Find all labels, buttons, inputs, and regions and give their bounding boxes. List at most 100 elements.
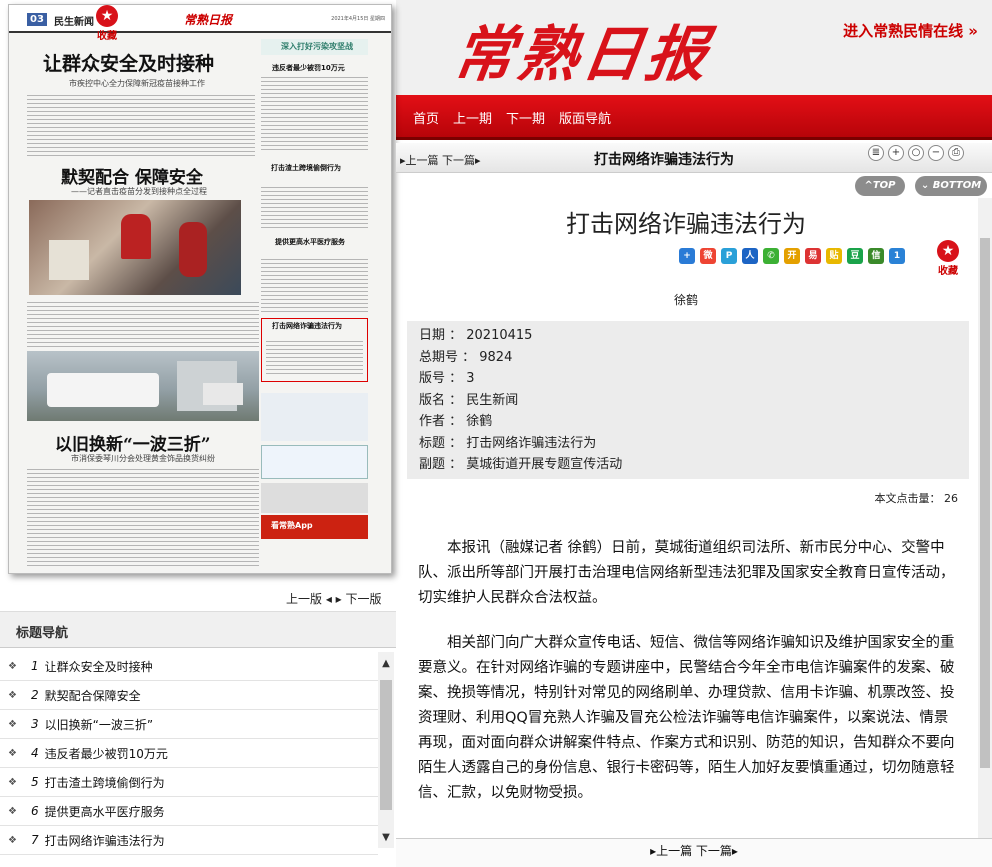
article-favorite-button[interactable]: ★ 收藏 <box>935 240 961 277</box>
tieba-icon[interactable]: 贴 <box>826 248 842 264</box>
list-item[interactable]: ❖ 6 提供更高水平医疗服务 <box>0 797 378 826</box>
paper-sub-2: ——记者直击疫苗分发到接种点全过程 <box>71 187 207 196</box>
zoom-reset-icon[interactable]: ○ <box>908 145 924 161</box>
diamond-icon: ❖ <box>8 805 17 817</box>
newspaper-page-thumbnail[interactable]: 03 民生新闻 常熟日报 2021年4月15日 星期四 ★ 收藏 让群众安全及时… <box>8 4 392 574</box>
share-plus-icon[interactable]: + <box>679 248 695 264</box>
star-icon: ★ <box>937 240 959 262</box>
print-icon[interactable]: ⎙ <box>948 145 964 161</box>
renren-icon[interactable]: 人 <box>742 248 758 264</box>
meta-section: 版名 ： 民生新闻 <box>419 392 519 408</box>
paper-r-title-1[interactable]: 违反者最少被罚10万元 <box>272 63 345 73</box>
meta-subtitle: 副题 ： 莫城街道开展专题宣传活动 <box>419 457 623 472</box>
feixin-icon[interactable]: 信 <box>868 248 884 264</box>
document-icon[interactable]: ≣ <box>868 145 884 161</box>
paper-headline-3[interactable]: 以旧换新“一波三折” <box>55 430 211 455</box>
paper-banner: 深入打好污染攻坚战 <box>261 39 368 55</box>
title-nav-header: 标题导航 <box>0 611 396 648</box>
hit-count: 本文点击量： 26 <box>874 492 959 505</box>
wechat-icon[interactable]: ✆ <box>763 248 779 264</box>
paper-r-body-3 <box>261 257 368 313</box>
article-prev-next[interactable]: ▸上一篇 下一篇▸ <box>400 152 481 168</box>
article-tools: ≣ + ○ − ⎙ <box>868 145 964 161</box>
list-item[interactable]: ❖ 7 打击网络诈骗违法行为 <box>0 826 378 855</box>
meta-title: 标题 ： 打击网络诈骗违法行为 <box>419 435 597 451</box>
zoom-in-icon[interactable]: + <box>888 145 904 161</box>
qzone-icon[interactable]: P <box>721 248 737 264</box>
paper-headline-1[interactable]: 让群众安全及时接种 <box>43 49 214 76</box>
left-panel: 03 民生新闻 常熟日报 2021年4月15日 星期四 ★ 收藏 让群众安全及时… <box>0 0 396 867</box>
diamond-icon: ❖ <box>8 689 17 701</box>
paper-r-body-2 <box>261 185 368 231</box>
paper-r-title-3[interactable]: 提供更高水平医疗服务 <box>275 237 345 247</box>
list-item[interactable]: ❖ 1 让群众安全及时接种 <box>0 652 378 681</box>
article-scrollbar[interactable] <box>978 198 992 838</box>
title-nav-list: ❖ 1 让群众安全及时接种 ❖ 2 默契配合保障安全 ❖ 3 以旧换新“一波三折” ❖ 4 违反… <box>0 652 378 855</box>
nav-prev-issue[interactable]: 上一期 <box>453 108 492 127</box>
paper-small-logo: 常熟日报 <box>184 13 233 27</box>
article-author: 徐鹤 <box>673 293 698 307</box>
douban-icon[interactable]: 豆 <box>847 248 863 264</box>
favorite-button[interactable]: ★ 收藏 <box>94 5 120 42</box>
scrollbar-thumb[interactable] <box>980 238 990 768</box>
van-photo <box>27 351 259 421</box>
paper-r-title-2[interactable]: 打击渣土跨境偷倒行为 <box>271 163 341 173</box>
nav-page-guide[interactable]: 版面导航 <box>559 108 611 127</box>
app-ad-text: 看常熟App <box>271 521 313 530</box>
share-bar: + 微 P 人 ✆ 开 易 贴 豆 信 1 <box>679 248 905 264</box>
count-icon[interactable]: 1 <box>889 248 905 264</box>
favorite-label: 收藏 <box>938 266 958 277</box>
page-pager[interactable]: 上一版 ◂ ▸ 下一版 <box>286 590 382 607</box>
paper-r-body-1 <box>261 75 368 153</box>
diamond-icon: ❖ <box>8 834 17 846</box>
top-nav: 首页 上一期 下一期 版面导航 <box>413 108 611 127</box>
nav-next-issue[interactable]: 下一期 <box>506 108 545 127</box>
zoom-out-icon[interactable]: − <box>928 145 944 161</box>
diamond-icon: ❖ <box>8 776 17 788</box>
banner-text: 深入打好污染攻坚战 <box>281 42 353 51</box>
scroll-bottom-button[interactable]: ⌄ BOTTOM <box>915 176 987 196</box>
paper-body-2 <box>27 300 259 348</box>
meta-issue: 总期号 ： 9824 <box>419 349 513 365</box>
paper-body-1 <box>27 93 255 157</box>
scrollbar-thumb[interactable] <box>380 680 392 810</box>
article-bottom-pager[interactable]: ▸上一篇 下一篇▸ <box>396 838 992 867</box>
list-item[interactable]: ❖ 2 默契配合保障安全 <box>0 681 378 710</box>
article-paragraph-2: 相关部门向广大群众宣传电话、短信、微信等网络诈骗知识及维护国家安全的重要意义。在… <box>418 635 955 801</box>
paper-app-ad: 看常熟App <box>261 515 368 539</box>
favorite-label: 收藏 <box>97 31 117 42</box>
paper-qr-codes <box>261 483 368 513</box>
article-title: 打击网络诈骗违法行为 <box>566 210 806 238</box>
article-paragraph-1: 本报讯（融媒记者 徐鹤）日前，莫城街道组织司法所、新市民分中心、交警中队、派出所… <box>418 540 955 606</box>
paper-r-title-4: 打击网络诈骗违法行为 <box>272 322 342 330</box>
paper-header: 03 民生新闻 常熟日报 2021年4月15日 星期四 <box>9 5 391 33</box>
page-section-name: 民生新闻 <box>54 17 94 28</box>
paper-ad-2 <box>261 445 368 479</box>
meta-date: 日期 ： 20210415 <box>419 328 533 343</box>
list-item[interactable]: ❖ 5 打击渣土跨境偷倒行为 <box>0 768 378 797</box>
article-bar-title: 打击网络诈骗违法行为 <box>594 152 734 168</box>
scroll-up-icon[interactable]: ▲ <box>378 658 394 669</box>
paper-sub-1: 市疾控中心全力保障新冠疫苗接种工作 <box>69 79 205 88</box>
weibo-icon[interactable]: 微 <box>700 248 716 264</box>
selected-article-highlight[interactable]: 打击网络诈骗违法行为 <box>261 318 368 382</box>
title-nav-label: 标题导航 <box>16 626 69 641</box>
netease-icon[interactable]: 易 <box>805 248 821 264</box>
nav-home[interactable]: 首页 <box>413 108 439 127</box>
scroll-down-icon[interactable]: ▼ <box>378 832 394 843</box>
article-meta: 日期 ： 20210415 总期号 ： 9824 版号 ： 3 版名 ： 民生新… <box>407 321 969 479</box>
minqing-link[interactable]: 进入常熟民情在线 » <box>843 20 978 41</box>
paper-headline-2[interactable]: 默契配合 保障安全 <box>61 163 203 188</box>
diamond-icon: ❖ <box>8 660 17 672</box>
article-content: 打击网络诈骗违法行为 + 微 P 人 ✆ 开 易 贴 豆 信 1 ★ 收藏 徐鹤… <box>396 198 976 838</box>
nav-scrollbar[interactable]: ▲ ▼ <box>378 652 394 848</box>
newspaper-logo[interactable]: 常熟日报 <box>449 6 717 93</box>
paper-ad-1 <box>261 393 368 441</box>
list-item[interactable]: ❖ 3 以旧换新“一波三折” <box>0 710 378 739</box>
diamond-icon: ❖ <box>8 718 17 730</box>
list-item[interactable]: ❖ 4 违反者最少被罚10万元 <box>0 739 378 768</box>
vaccine-photo <box>29 200 241 295</box>
kaixin-icon[interactable]: 开 <box>784 248 800 264</box>
paper-date-line: 2021年4月15日 星期四 <box>331 16 385 22</box>
scroll-top-button[interactable]: ^TOP <box>855 176 905 196</box>
